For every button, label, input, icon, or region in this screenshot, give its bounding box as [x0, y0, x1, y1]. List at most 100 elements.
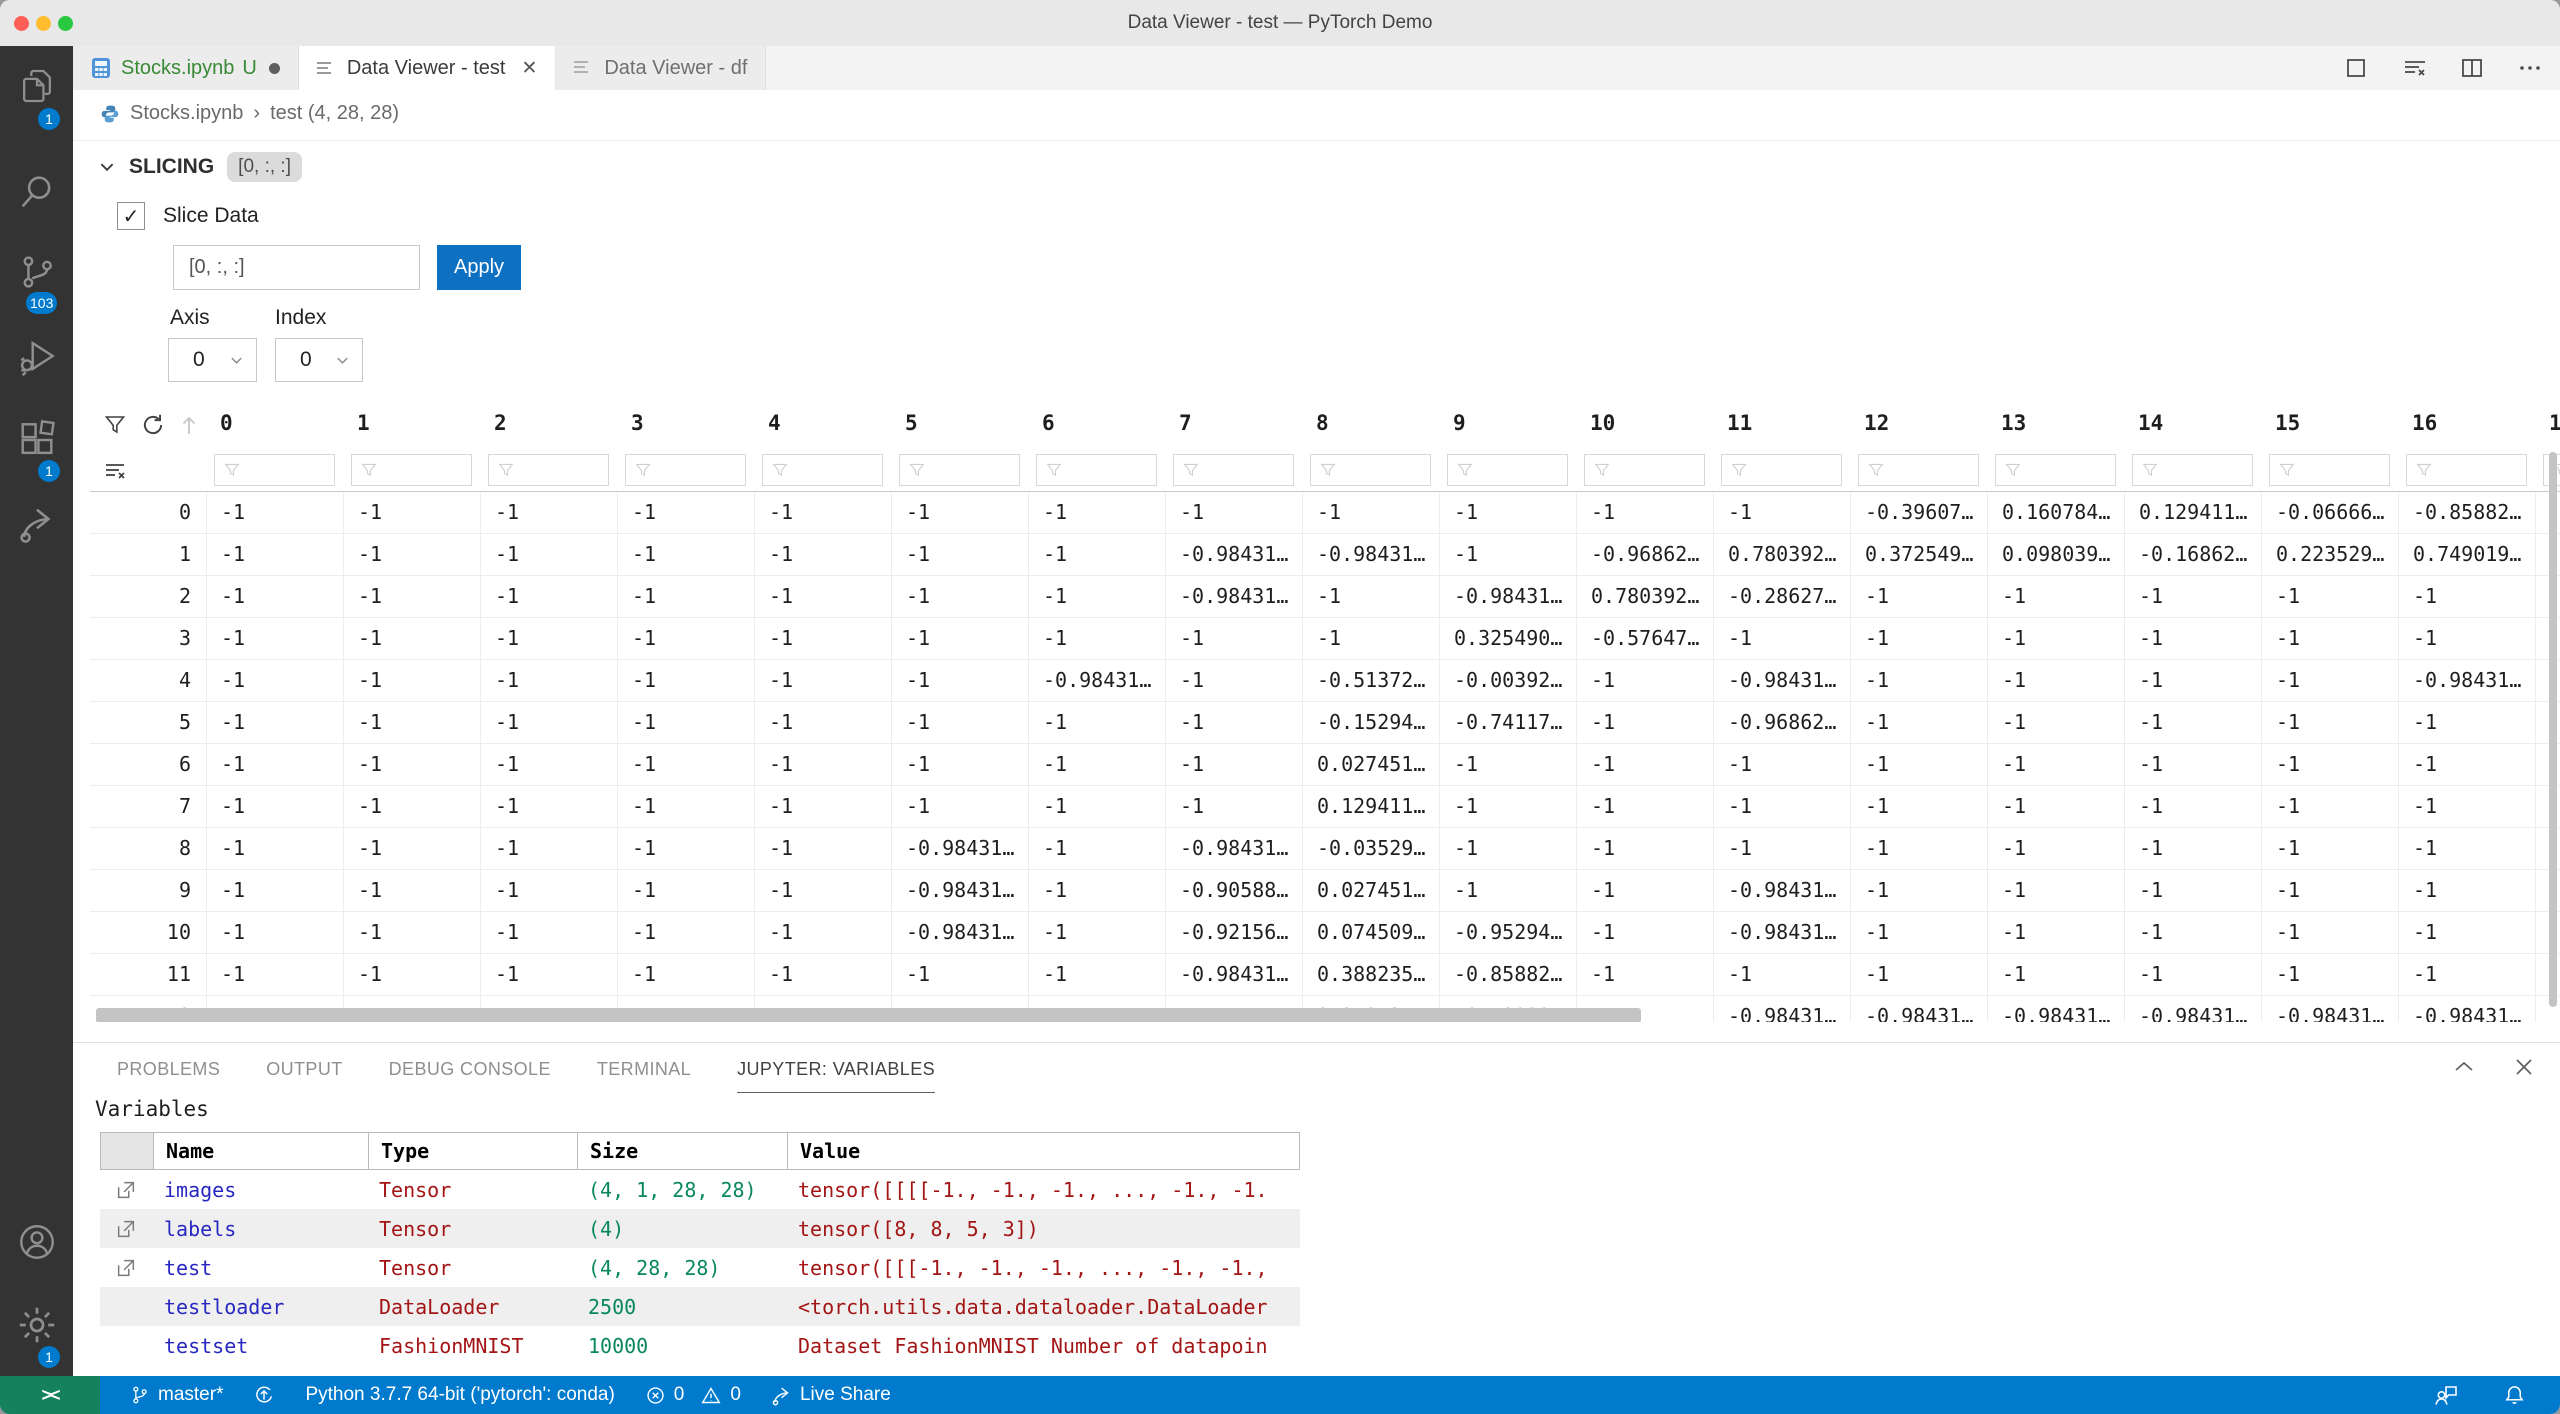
slice-data-checkbox[interactable]: ✓: [117, 202, 145, 230]
problems-status[interactable]: 0 0: [645, 1384, 741, 1406]
column-header[interactable]: 9: [1439, 400, 1576, 450]
column-header[interactable]: 16: [2398, 400, 2535, 450]
variable-row[interactable]: testloaderDataLoader2500<torch.utils.dat…: [100, 1287, 1300, 1326]
apply-button[interactable]: Apply: [437, 245, 521, 290]
column-header[interactable]: 17: [2535, 400, 2560, 450]
column-filter-input[interactable]: [1447, 454, 1568, 486]
sidebar-item-account[interactable]: [0, 1221, 73, 1263]
tab-data-viewer-df[interactable]: Data Viewer - df: [556, 46, 766, 90]
column-filter-input[interactable]: [1858, 454, 1979, 486]
grid-cell: -1: [480, 534, 617, 575]
tab-data-viewer-test[interactable]: Data Viewer - test ✕: [299, 46, 557, 91]
clear-filters-icon[interactable]: [90, 450, 206, 491]
tab-jupyter-variables[interactable]: JUPYTER: VARIABLES: [737, 1059, 935, 1093]
column-header[interactable]: 13: [1987, 400, 2124, 450]
sidebar-item-search[interactable]: [0, 172, 73, 212]
tab-terminal[interactable]: TERMINAL: [597, 1059, 691, 1093]
grid-cell: -1: [1165, 660, 1302, 701]
tab-problems[interactable]: PROBLEMS: [117, 1059, 220, 1093]
slicing-section-header[interactable]: SLICING [0, :, :]: [98, 152, 302, 182]
python-interpreter-status[interactable]: Python 3.7.7 64-bit ('pytorch': conda): [305, 1384, 614, 1406]
sort-up-icon[interactable]: [179, 414, 199, 436]
close-panel-icon[interactable]: [2512, 1055, 2536, 1079]
sidebar-item-extensions[interactable]: 1: [0, 420, 73, 460]
column-filter-input[interactable]: [351, 454, 472, 486]
publish-changes-button[interactable]: [253, 1384, 275, 1406]
column-header[interactable]: 14: [2124, 400, 2261, 450]
sidebar-item-settings[interactable]: 1: [0, 1304, 73, 1346]
split-editor-icon[interactable]: [2460, 56, 2484, 80]
bell-icon[interactable]: [2503, 1383, 2526, 1407]
breadcrumb-file[interactable]: Stocks.ipynb: [130, 102, 243, 125]
index-select[interactable]: 0: [275, 338, 363, 382]
variable-row[interactable]: testsetFashionMNIST10000Dataset FashionM…: [100, 1326, 1300, 1365]
column-filter-input[interactable]: [2269, 454, 2390, 486]
column-header[interactable]: 7: [1165, 400, 1302, 450]
maximize-panel-icon[interactable]: [2452, 1055, 2476, 1079]
open-variable-icon[interactable]: [100, 1257, 152, 1279]
column-filter-input[interactable]: [1036, 454, 1157, 486]
live-share-status[interactable]: Live Share: [771, 1384, 891, 1406]
variable-row[interactable]: imagesTensor(4, 1, 28, 28)tensor([[[[-1.…: [100, 1170, 1300, 1209]
column-filter-input[interactable]: [2132, 454, 2253, 486]
column-filter-input[interactable]: [625, 454, 746, 486]
tab-stocks-ipynb[interactable]: Stocks.ipynb U: [73, 46, 299, 90]
horizontal-scrollbar[interactable]: [96, 1008, 1641, 1022]
filter-icon[interactable]: [103, 413, 127, 437]
column-filter-input[interactable]: [1310, 454, 1431, 486]
column-filter-input[interactable]: [1995, 454, 2116, 486]
grid-cell: -1: [343, 618, 480, 659]
slice-expression-input[interactable]: [173, 245, 420, 290]
remote-indicator[interactable]: ><: [0, 1376, 100, 1414]
feedback-icon[interactable]: [2433, 1383, 2459, 1407]
column-header[interactable]: 15: [2261, 400, 2398, 450]
variable-row[interactable]: labelsTensor(4)tensor([8, 8, 5, 3]): [100, 1209, 1300, 1248]
column-header[interactable]: 12: [1850, 400, 1987, 450]
tab-debug-console[interactable]: DEBUG CONSOLE: [389, 1059, 551, 1093]
refresh-icon[interactable]: [140, 412, 166, 438]
column-header[interactable]: 3: [617, 400, 754, 450]
breadcrumb-item[interactable]: test (4, 28, 28): [270, 102, 399, 125]
row-label: 9: [90, 870, 206, 911]
more-actions-icon[interactable]: [2518, 56, 2542, 80]
grid-cell: -1: [480, 660, 617, 701]
column-header[interactable]: 11: [1713, 400, 1850, 450]
column-filter-input[interactable]: [488, 454, 609, 486]
column-header[interactable]: 0: [206, 400, 343, 450]
grid-cell: -1: [2398, 576, 2535, 617]
close-tab-icon[interactable]: ✕: [521, 57, 537, 80]
git-branch-status[interactable]: master*: [130, 1384, 223, 1406]
column-header[interactable]: 2: [480, 400, 617, 450]
grid-cell: -1: [480, 912, 617, 953]
vertical-scrollbar[interactable]: [2549, 452, 2557, 1007]
column-filter-input[interactable]: [1721, 454, 1842, 486]
column-header[interactable]: 8: [1302, 400, 1439, 450]
column-filter-input[interactable]: [2406, 454, 2527, 486]
axis-select[interactable]: 0: [168, 338, 257, 382]
grid-cell: -1: [1713, 828, 1850, 869]
column-header[interactable]: 10: [1576, 400, 1713, 450]
grid-cell: 0.325490…: [1439, 618, 1576, 659]
column-header[interactable]: 6: [1028, 400, 1165, 450]
clear-list-icon[interactable]: [2402, 56, 2426, 80]
open-changes-icon[interactable]: [2344, 56, 2368, 80]
column-filter-input[interactable]: [762, 454, 883, 486]
column-filter-input[interactable]: [1173, 454, 1294, 486]
grid-cell: -1: [2124, 702, 2261, 743]
tab-output[interactable]: OUTPUT: [266, 1059, 342, 1093]
column-filter-input[interactable]: [1584, 454, 1705, 486]
sidebar-item-run-debug[interactable]: [0, 336, 73, 376]
column-filter-input[interactable]: [899, 454, 1020, 486]
chevron-down-icon: [98, 158, 116, 176]
grid-cell: -1: [891, 744, 1028, 785]
sidebar-item-live-share[interactable]: [0, 504, 73, 544]
column-header[interactable]: 4: [754, 400, 891, 450]
column-filter-input[interactable]: [214, 454, 335, 486]
column-header[interactable]: 1: [343, 400, 480, 450]
open-variable-icon[interactable]: [100, 1218, 152, 1240]
sidebar-item-source-control[interactable]: 103: [0, 252, 73, 292]
sidebar-item-explorer[interactable]: 1: [0, 66, 73, 106]
variable-row[interactable]: testTensor(4, 28, 28)tensor([[[-1., -1.,…: [100, 1248, 1300, 1287]
column-header[interactable]: 5: [891, 400, 1028, 450]
open-variable-icon[interactable]: [100, 1179, 152, 1201]
